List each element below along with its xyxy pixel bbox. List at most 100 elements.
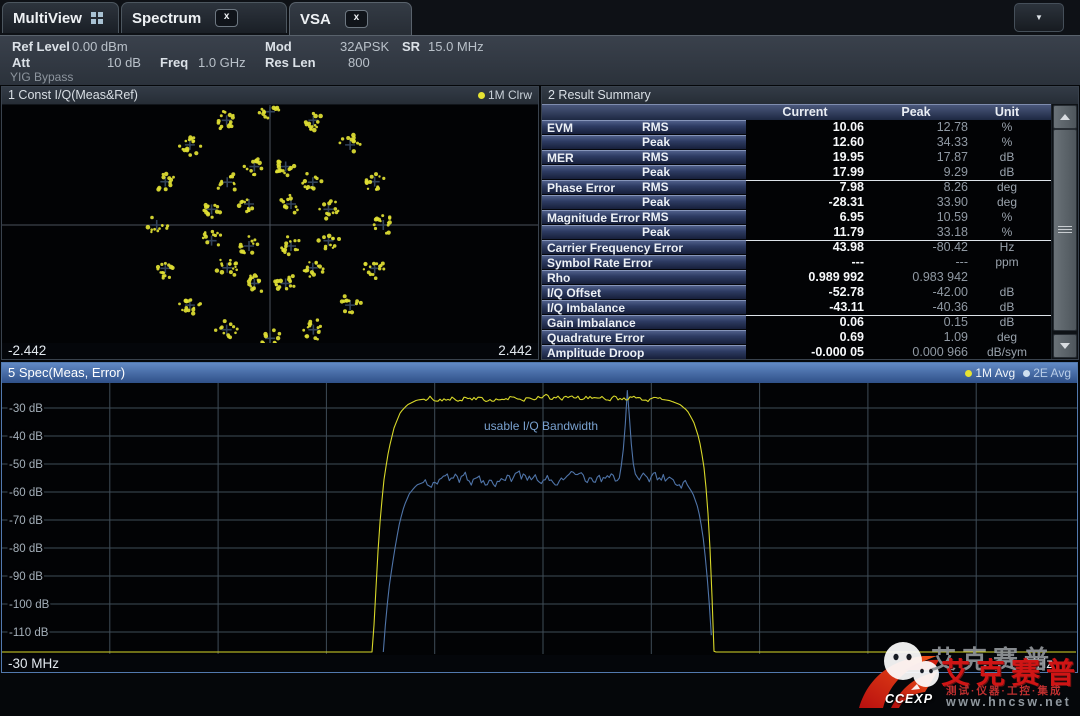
row-name: Quadrature Error <box>547 331 644 345</box>
result-summary-panel: 2 Result Summary Current Peak Unit EVM RM… <box>541 86 1079 360</box>
row-label-bar: MER RMS <box>542 150 746 165</box>
sr-value[interactable]: 15.0 MHz <box>428 39 484 54</box>
table-row: I/Q Offset-52.78-42.00dB <box>542 285 1078 300</box>
row-peak-value: 34.33 <box>864 135 968 150</box>
row-unit: deg <box>968 330 1046 345</box>
freq-label: Freq <box>160 55 188 70</box>
table-header: Current Peak Unit <box>542 104 1078 120</box>
mod-value[interactable]: 32APSK <box>340 39 389 54</box>
constellation-plot <box>2 105 538 344</box>
row-label-bar: Peak <box>542 165 746 180</box>
row-label-bar: I/Q Imbalance <box>542 300 746 315</box>
svg-text:-60 dB: -60 dB <box>9 487 43 499</box>
ref-level-label: Ref Level <box>12 39 70 54</box>
tab-bar: MultiView Spectrum x VSA x ▼ <box>0 0 1080 35</box>
row-current-value: -0.000 05 <box>746 345 864 359</box>
row-label-bar: I/Q Offset <box>542 285 746 300</box>
row-unit: dB <box>968 315 1046 330</box>
result-summary-title: 2 Result Summary <box>542 87 1078 105</box>
row-subname: RMS <box>642 150 669 165</box>
row-unit: dB/sym <box>968 345 1046 359</box>
chevron-down-icon: ▼ <box>1035 13 1043 22</box>
row-subname: Peak <box>642 195 670 210</box>
row-current-value: 0.69 <box>746 330 864 345</box>
row-current-value: 17.99 <box>746 165 864 180</box>
row-peak-value: -80.42 <box>864 240 968 255</box>
constellation-x-axis: -2.442 2.442 <box>2 343 538 359</box>
spectrum-panel: 5 Spec(Meas, Error) 1M Avg 2E Avg -30 dB… <box>1 362 1078 673</box>
res-len-value[interactable]: 800 <box>348 55 370 70</box>
row-label-bar: Amplitude Droop <box>542 345 746 359</box>
row-unit: % <box>968 120 1046 135</box>
sr-label: SR <box>402 39 420 54</box>
constellation-title-text: 1 Const I/Q(Meas&Ref) <box>8 87 138 104</box>
spectrum-trace2-legend[interactable]: 2E Avg <box>1015 363 1071 383</box>
row-unit: Hz <box>968 240 1046 255</box>
table-scrollbar[interactable] <box>1051 104 1078 359</box>
row-subname: Peak <box>642 165 670 180</box>
svg-text:-100 dB: -100 dB <box>9 599 50 611</box>
tab-multiview[interactable]: MultiView <box>2 2 119 33</box>
row-name: Rho <box>547 271 570 285</box>
table-row: Peak17.999.29dB <box>542 165 1078 180</box>
scrollbar-thumb[interactable] <box>1053 129 1077 331</box>
row-current-value: 0.06 <box>746 315 864 330</box>
trace1-label: 1M Clrw <box>488 87 532 104</box>
row-peak-value: --- <box>864 255 968 270</box>
trace1-dot-icon <box>965 370 972 377</box>
row-current-value: 7.98 <box>746 180 864 195</box>
row-current-value: 10.06 <box>746 120 864 135</box>
row-current-value: --- <box>746 255 864 270</box>
row-subname: RMS <box>642 180 669 195</box>
table-row: Phase ErrorRMS7.988.26deg <box>542 180 1078 195</box>
svg-text:-40 dB: -40 dB <box>9 431 43 443</box>
row-subname: Peak <box>642 225 670 240</box>
row-name: Carrier Frequency Error <box>547 241 683 255</box>
table-row: I/Q Imbalance-43.11-40.36dB <box>542 300 1078 315</box>
svg-text:-90 dB: -90 dB <box>9 571 43 583</box>
constellation-panel-title: 1 Const I/Q(Meas&Ref) 1M Clrw <box>2 87 538 105</box>
table-row: Symbol Rate Error------ppm <box>542 255 1078 270</box>
row-unit: dB <box>968 150 1046 165</box>
row-peak-value: -42.00 <box>864 285 968 300</box>
spectrum-trace1-legend[interactable]: 1M Avg <box>957 363 1015 383</box>
row-label-bar: Carrier Frequency Error <box>542 240 746 255</box>
multiview-grid-icon <box>91 12 103 24</box>
arrow-up-icon <box>1060 114 1070 120</box>
row-peak-value: 0.000 966 <box>864 345 968 359</box>
row-current-value: 6.95 <box>746 210 864 225</box>
row-current-value: 0.989 992 <box>746 270 864 285</box>
row-unit: deg <box>968 195 1046 210</box>
constellation-panel: 1 Const I/Q(Meas&Ref) 1M Clrw -2.442 2.4… <box>1 86 539 360</box>
table-row: Peak12.6034.33% <box>542 135 1078 150</box>
x-max-label: 2.442 <box>498 343 532 359</box>
freq-value[interactable]: 1.0 GHz <box>198 55 246 70</box>
att-value[interactable]: 10 dB <box>107 55 141 70</box>
vsa-screen: MultiView Spectrum x VSA x ▼ Ref Level 0… <box>0 0 1080 716</box>
spectrum-x-axis: -30 MHz MHz <box>2 655 1077 672</box>
row-unit: ppm <box>968 255 1046 270</box>
row-name: I/Q Offset <box>547 286 601 300</box>
scrollbar-down-button[interactable] <box>1053 334 1077 358</box>
window-menu-button[interactable]: ▼ <box>1014 3 1064 32</box>
row-name: MER <box>547 151 574 165</box>
row-unit: % <box>968 225 1046 240</box>
row-name: EVM <box>547 121 573 135</box>
row-peak-value: 12.78 <box>864 120 968 135</box>
close-icon[interactable]: x <box>345 10 368 28</box>
row-label-bar: EVM RMS <box>542 120 746 135</box>
row-subname: RMS <box>642 120 669 135</box>
tab-spectrum[interactable]: Spectrum x <box>121 2 287 33</box>
tab-vsa[interactable]: VSA x <box>289 2 412 35</box>
yig-bypass-status: YIG Bypass <box>10 70 73 84</box>
ref-level-value[interactable]: 0.00 dBm <box>72 39 128 54</box>
x-min-label: -2.442 <box>8 343 46 359</box>
row-label-bar: Symbol Rate Error <box>542 255 746 270</box>
scrollbar-up-button[interactable] <box>1053 105 1077 129</box>
svg-text:-30 dB: -30 dB <box>9 403 43 415</box>
close-icon[interactable]: x <box>215 9 238 27</box>
col-unit: Unit <box>968 104 1046 120</box>
constellation-trace-legend[interactable]: 1M Clrw <box>470 87 532 104</box>
table-row: Peak-28.3133.90deg <box>542 195 1078 210</box>
table-row: Rho0.989 9920.983 942 <box>542 270 1078 285</box>
